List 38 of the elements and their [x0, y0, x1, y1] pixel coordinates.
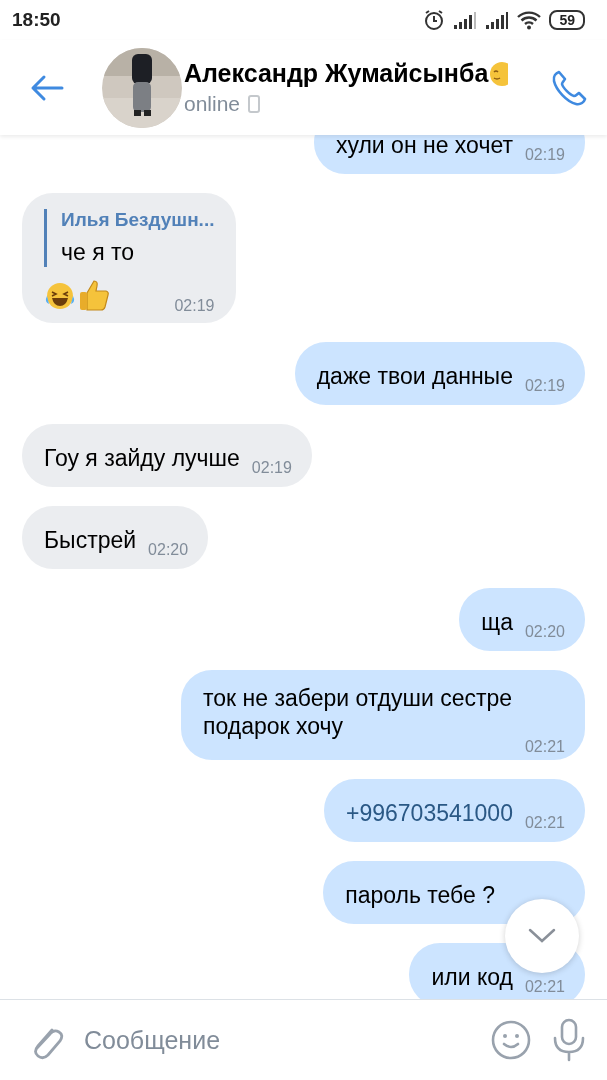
message-text: Гоу я зайду лучше [44, 444, 240, 473]
message-text: ща [481, 608, 513, 637]
laughing-face-icon [44, 281, 76, 311]
message-time: 02:21 [524, 814, 565, 832]
message-text: ток не забери отдуши сестре подарок хочу [203, 684, 514, 740]
clock-time: 18:50 [12, 9, 61, 31]
message-field[interactable]: Сообщение [84, 1025, 471, 1055]
signal-icon [453, 11, 478, 29]
back-icon[interactable] [30, 73, 64, 102]
emoji-icon[interactable] [491, 1020, 531, 1060]
online-status: online [184, 92, 241, 116]
message-time: 02:19 [524, 146, 565, 164]
contact-name: Александр Жумайсынба [184, 59, 489, 88]
signal-icon [485, 11, 510, 29]
wifi-icon [517, 10, 542, 30]
microphone-icon[interactable] [551, 1018, 587, 1062]
message-time: 02:19 [251, 459, 292, 477]
message-time: 02:21 [524, 738, 565, 756]
message-text: Быстрей [44, 526, 137, 555]
message-text: хули он не хочет [335, 135, 513, 160]
thumbs-up-icon [78, 277, 110, 311]
message-time: 02:21 [524, 978, 565, 996]
message-time: 02:20 [148, 541, 189, 559]
message-text: че я то [61, 238, 136, 267]
message-text: даже твои данные [316, 362, 513, 391]
phone-device-icon [248, 95, 261, 113]
message-text: или код [431, 963, 513, 992]
alarm-icon [423, 9, 446, 31]
phone-link[interactable]: +996703541000 [346, 798, 513, 828]
reply-author: Илья Бездушн... [61, 209, 215, 231]
message-time: 02:19 [524, 377, 565, 395]
emoji-icon [488, 59, 509, 88]
message-text: пароль тебе ? [345, 881, 495, 910]
battery-indicator: 59 [549, 10, 585, 30]
message-time: 02:19 [173, 297, 215, 315]
message-time: 02:20 [524, 623, 565, 641]
chevron-down-icon [527, 927, 557, 945]
call-icon[interactable] [551, 68, 589, 107]
